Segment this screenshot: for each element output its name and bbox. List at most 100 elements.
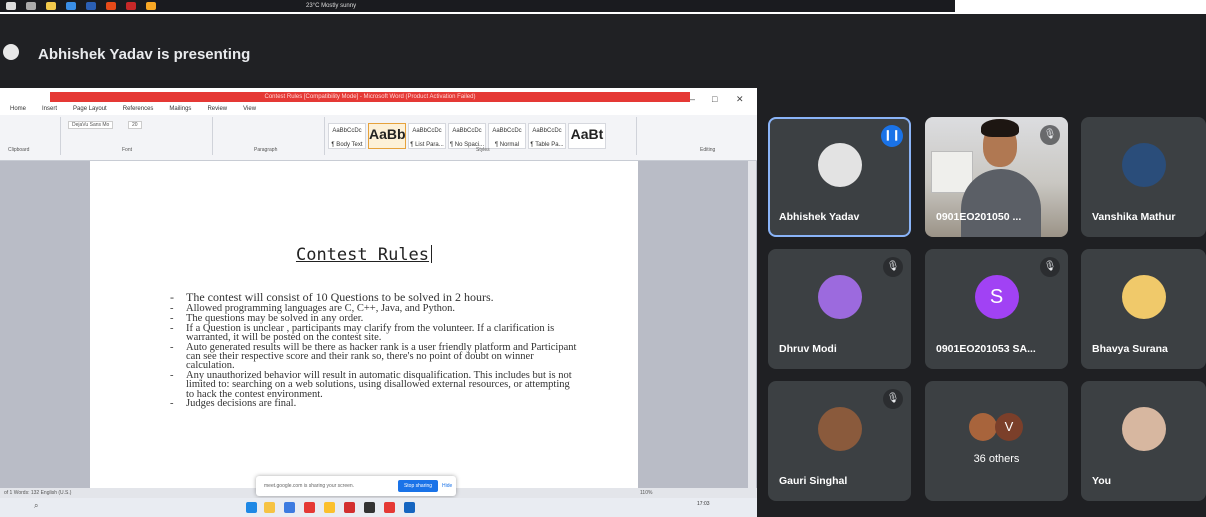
windows-start-icon[interactable] <box>246 502 257 513</box>
app-icon[interactable] <box>126 2 136 10</box>
tab-page-layout[interactable]: Page Layout <box>73 106 107 115</box>
list-item: The contest will consist of 10 Questions… <box>168 291 578 303</box>
ribbon-tabs: Home Insert Page Layout References Maili… <box>4 106 757 115</box>
styles-group: AaBbCcDc ¶ Body Text AaBb AaBbCcDc ¶ List … <box>326 117 637 155</box>
presenting-banner: Abhishek Yadav is presenting <box>38 46 251 63</box>
document-area: Contest Rules The contest will consist o… <box>0 161 757 491</box>
avatar <box>817 407 862 451</box>
list-item: Auto generated results will be there as … <box>168 342 578 371</box>
participant-tile-you[interactable]: You <box>1081 381 1206 501</box>
avatar: S <box>974 275 1019 319</box>
participant-tile-gauri[interactable]: 🎙 Gauri Singhal <box>768 381 911 501</box>
word-icon[interactable] <box>404 502 415 513</box>
explorer-icon[interactable] <box>264 502 275 513</box>
participant-name: Vanshika Mathur <box>1092 211 1176 223</box>
tab-home[interactable]: Home <box>10 106 26 115</box>
app-icon[interactable] <box>304 502 315 513</box>
screen-share-bar: meet.google.com is sharing your screen. … <box>256 476 456 496</box>
others-count: 36 others <box>973 453 1020 465</box>
shared-screen: Contest Rules [Compatibility Mode] - Mic… <box>0 88 757 517</box>
windows-icon[interactable] <box>6 2 16 10</box>
list-item: Any unauthorized behavior will result in… <box>168 370 578 399</box>
hide-button[interactable]: Hide <box>442 476 452 496</box>
editing-group: Editing <box>700 147 716 153</box>
chrome-icon[interactable] <box>324 502 335 513</box>
folder-icon[interactable] <box>46 2 56 10</box>
speaking-icon: ❙❙ <box>881 125 903 147</box>
list-item: Allowed programming languages are C, C++… <box>168 303 578 314</box>
avatar <box>969 413 997 441</box>
style-normal[interactable]: AaBbCcDc ¶ Normal <box>488 123 526 149</box>
zoom-level[interactable]: 110% <box>640 488 652 498</box>
windows-taskbar-top: 23°C Mostly sunny <box>0 0 955 12</box>
tab-mailings[interactable]: Mailings <box>169 106 191 115</box>
chrome-icon[interactable] <box>146 2 156 10</box>
document-title: Contest Rules <box>90 245 638 265</box>
maximize-icon[interactable]: □ <box>712 94 717 104</box>
style-no-spacing[interactable]: AaBbCcDc ¶ No Spaci... <box>448 123 486 149</box>
style-title[interactable]: AaBt <box>568 123 606 149</box>
text-cursor <box>431 245 433 263</box>
avatar: V <box>995 413 1023 441</box>
participant-tile-bhavya[interactable]: Bhavya Surana <box>1081 249 1206 369</box>
participant-tile-0901eo201050[interactable]: 🎙 0901EO201050 ... <box>925 117 1068 237</box>
office-icon[interactable] <box>344 502 355 513</box>
store-icon[interactable] <box>284 502 295 513</box>
ribbon: Clipboard DejaVu Sans Mo 20 Font Paragra… <box>0 115 757 161</box>
tab-references[interactable]: References <box>123 106 154 115</box>
presenter-avatar <box>3 44 19 60</box>
office-icon[interactable] <box>106 2 116 10</box>
paragraph-group: Paragraph <box>214 117 325 155</box>
mic-off-icon: 🎙 <box>883 389 903 409</box>
rules-list: The contest will consist of 10 Questions… <box>168 291 578 409</box>
style-body-text[interactable]: AaBbCcDc ¶ Body Text <box>328 123 366 149</box>
windows-taskbar: ⌕ 17:03 <box>0 498 757 517</box>
avatar <box>1121 275 1166 319</box>
font-group: DejaVu Sans Mo 20 Font <box>62 117 213 155</box>
taskview-icon[interactable] <box>26 2 36 10</box>
edge-icon[interactable] <box>66 2 76 10</box>
participant-tile-vanshika[interactable]: Vanshika Mathur <box>1081 117 1206 237</box>
style-table-para[interactable]: AaBbCcDc ¶ Table Pa... <box>528 123 566 149</box>
participant-name: 0901EO201050 ... <box>936 211 1022 223</box>
participant-tile-dhruv[interactable]: 🎙 Dhruv Modi <box>768 249 911 369</box>
participant-tile-abhishek[interactable]: ❙❙ Abhishek Yadav <box>768 117 911 237</box>
weather-text: 23°C Mostly sunny <box>306 3 357 9</box>
style-heading-1[interactable]: AaBb <box>368 123 406 149</box>
mic-off-icon: 🎙 <box>1040 125 1060 145</box>
word-icon[interactable] <box>86 2 96 10</box>
participant-name: Gauri Singhal <box>779 475 848 487</box>
avatar <box>817 275 862 319</box>
font-size-select[interactable]: 20 <box>128 121 142 129</box>
participant-name: You <box>1092 475 1112 487</box>
participant-tile-0901eo201053[interactable]: S 🎙 0901EO201053 SA... <box>925 249 1068 369</box>
stop-sharing-button[interactable]: Stop sharing <box>398 480 438 492</box>
tab-insert[interactable]: Insert <box>42 106 57 115</box>
media-icon[interactable] <box>364 502 375 513</box>
mic-off-icon: 🎙 <box>883 257 903 277</box>
participant-name: Abhishek Yadav <box>779 211 860 223</box>
youtube-icon[interactable] <box>384 502 395 513</box>
style-list-para[interactable]: AaBbCcDc ¶ List Para... <box>408 123 446 149</box>
participant-name: Dhruv Modi <box>779 343 837 355</box>
clipboard-group: Clipboard <box>4 117 61 155</box>
avatar <box>1121 407 1166 451</box>
participant-name: Bhavya Surana <box>1092 343 1168 355</box>
close-icon[interactable]: ✕ <box>736 94 744 105</box>
tab-review[interactable]: Review <box>207 106 227 115</box>
list-item: The questions may be solved in any order… <box>168 313 578 324</box>
vertical-scrollbar[interactable] <box>748 161 756 491</box>
clock: 17:03 <box>697 501 710 507</box>
minimize-icon[interactable]: – <box>690 94 695 104</box>
document-page[interactable]: Contest Rules The contest will consist o… <box>90 161 638 491</box>
search-icon[interactable]: ⌕ <box>34 501 38 511</box>
share-notice: meet.google.com is sharing your screen. <box>264 483 355 489</box>
list-item: Judges decisions are final. <box>168 399 578 410</box>
word-title-bar: Contest Rules [Compatibility Mode] - Mic… <box>50 92 690 102</box>
participant-tile-others[interactable]: V 36 others <box>925 381 1068 501</box>
tab-view[interactable]: View <box>243 106 256 115</box>
mic-off-icon: 🎙 <box>1040 257 1060 277</box>
font-name-select[interactable]: DejaVu Sans Mo <box>68 121 114 129</box>
avatar <box>817 143 862 187</box>
list-item: If a Question is unclear , participants … <box>168 323 578 343</box>
